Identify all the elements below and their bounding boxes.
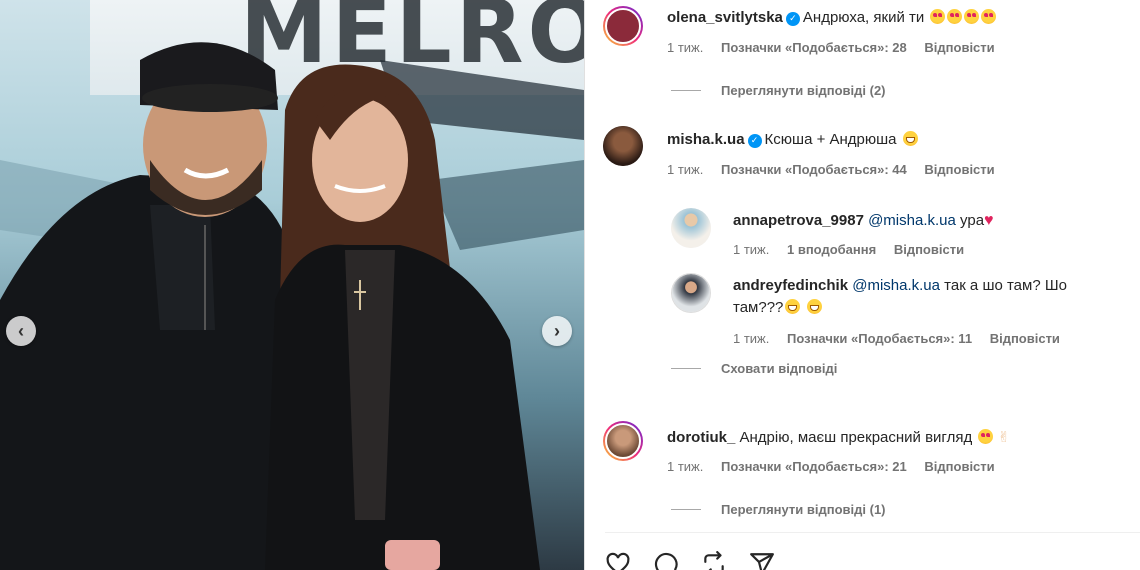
avatar[interactable]	[603, 6, 643, 46]
heart-icon[interactable]	[605, 551, 631, 570]
peace-hand-emoji-icon: ✌	[997, 429, 1011, 446]
reply-username[interactable]: annapetrova_9987	[733, 212, 864, 229]
avatar-image	[605, 8, 641, 44]
next-photo-button[interactable]: ›	[542, 316, 572, 346]
reply-body: ура	[960, 212, 985, 229]
view-replies-button[interactable]: Переглянути відповіді (2)	[671, 83, 886, 98]
reply-meta: 1 тиж. Позначки «Подобається»: 11 Відпов…	[733, 331, 1074, 346]
reply-text-line2: там???	[733, 299, 822, 316]
comments-panel: olena_svitlytska ✓ Андрюха, який ти 1 тиж.…	[584, 0, 1140, 570]
likes-count-link[interactable]: Позначки «Подобається»: 21	[721, 459, 907, 474]
comment-body: Ксюша + Андрюша	[764, 131, 897, 148]
avatar[interactable]	[603, 126, 643, 166]
reply-text: annapetrova_9987 @misha.k.ua ура♥	[733, 212, 994, 230]
grin-emoji-icon	[806, 299, 822, 314]
reply-button[interactable]: Відповісти	[924, 162, 994, 177]
previous-photo-button[interactable]: ‹	[6, 316, 36, 346]
reply-meta: 1 тиж. 1 вподобання Відповісти	[733, 242, 978, 257]
mention-link[interactable]: @misha.k.ua	[868, 212, 956, 229]
reply-body: так а шо там? Шо	[944, 277, 1067, 294]
likes-count-link[interactable]: 1 вподобання	[787, 242, 876, 257]
mention-link[interactable]: @misha.k.ua	[852, 277, 940, 294]
comment-username[interactable]: dorotiuk_	[667, 429, 735, 446]
likes-count-link[interactable]: Позначки «Подобається»: 44	[721, 162, 907, 177]
comment-time: 1 тиж.	[667, 459, 704, 474]
heart-emoji-icon: ♥	[984, 212, 994, 229]
post-action-bar	[605, 532, 1140, 570]
heart-eyes-emoji-icon	[930, 9, 946, 24]
heart-eyes-emoji-icon	[964, 9, 980, 24]
avatar[interactable]	[671, 273, 711, 313]
comment-meta: 1 тиж. Позначки «Подобається»: 21 Відпов…	[667, 459, 1009, 474]
verified-badge-icon: ✓	[747, 133, 762, 148]
reply-button[interactable]: Відповісти	[924, 459, 994, 474]
reply-username[interactable]: andreyfedinchik	[733, 277, 848, 294]
comment-text: misha.k.ua ✓ Ксюша + Андрюша	[667, 131, 918, 148]
comment-time: 1 тиж.	[667, 40, 704, 55]
avatar[interactable]	[603, 421, 643, 461]
comment-username[interactable]: olena_svitlytska	[667, 9, 783, 26]
reply-body-continued: там???	[733, 299, 784, 316]
thread-line	[671, 368, 701, 369]
comment-meta: 1 тиж. Позначки «Подобається»: 44 Відпов…	[667, 162, 1009, 177]
comment-text: dorotiuk_ Андрію, маєш прекрасний вигляд…	[667, 428, 1010, 446]
avatar-image	[671, 208, 711, 248]
send-icon[interactable]	[749, 551, 775, 570]
reply-button[interactable]: Відповісти	[990, 331, 1060, 346]
avatar-image	[603, 126, 643, 166]
comment-icon[interactable]	[653, 551, 679, 570]
comment-body: Андрію, маєш прекрасний вигляд	[739, 429, 973, 446]
grin-emoji-icon	[785, 299, 801, 314]
comment-meta: 1 тиж. Позначки «Подобається»: 28 Відпов…	[667, 40, 1009, 55]
grin-emoji-icon	[902, 131, 918, 146]
heart-eyes-emoji-icon	[978, 429, 994, 444]
likes-count-link[interactable]: Позначки «Подобається»: 28	[721, 40, 907, 55]
post-photo: MELROC ‹ ›	[0, 0, 584, 570]
reply-text: andreyfedinchik @misha.k.ua так а шо там…	[733, 277, 1067, 294]
comment-body: Андрюха, який ти	[802, 9, 925, 26]
photo-people-illustration	[0, 42, 584, 570]
reply-button[interactable]: Відповісти	[924, 40, 994, 55]
avatar-image	[672, 274, 710, 312]
reply-time: 1 тиж.	[733, 242, 770, 257]
heart-eyes-emoji-icon	[947, 9, 963, 24]
view-replies-button[interactable]: Переглянути відповіді (1)	[671, 502, 886, 517]
likes-count-link[interactable]: Позначки «Подобається»: 11	[787, 331, 972, 346]
reply-button[interactable]: Відповісти	[894, 242, 964, 257]
view-replies-label: Переглянути відповіді (1)	[721, 502, 886, 517]
hide-replies-label: Сховати відповіді	[721, 361, 838, 376]
share-icon[interactable]	[701, 551, 727, 570]
comment-time: 1 тиж.	[667, 162, 704, 177]
comment-text: olena_svitlytska ✓ Андрюха, який ти	[667, 9, 997, 26]
reply-time: 1 тиж.	[733, 331, 770, 346]
heart-eyes-emoji-icon	[981, 9, 997, 24]
thread-line	[671, 509, 701, 510]
view-replies-label: Переглянути відповіді (2)	[721, 83, 886, 98]
comment-username[interactable]: misha.k.ua	[667, 131, 745, 148]
hide-replies-button[interactable]: Сховати відповіді	[671, 361, 837, 376]
verified-badge-icon: ✓	[785, 11, 800, 26]
avatar-image	[605, 423, 641, 459]
thread-line	[671, 90, 701, 91]
avatar[interactable]	[671, 208, 711, 248]
